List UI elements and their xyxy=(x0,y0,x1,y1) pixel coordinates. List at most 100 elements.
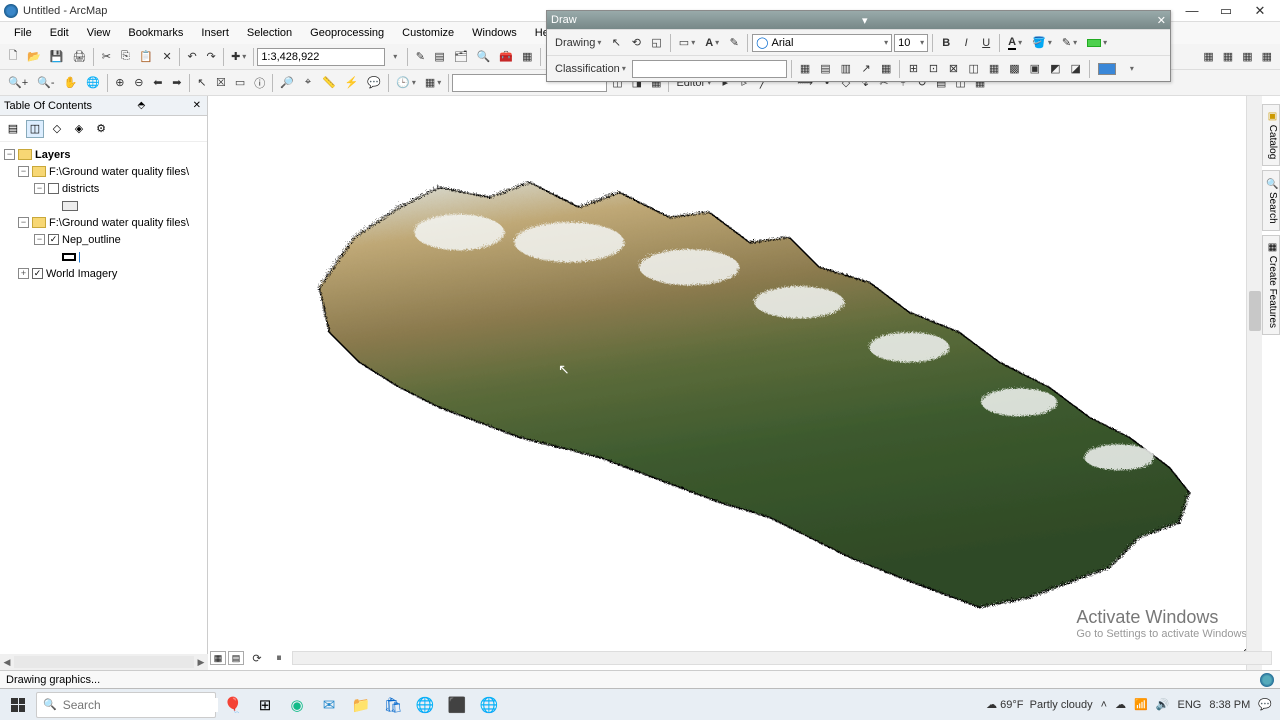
scroll-right-icon[interactable]: ▶ xyxy=(194,657,208,668)
fwd-extent-icon[interactable]: ➡ xyxy=(168,73,186,93)
store-icon[interactable]: 🛍 xyxy=(378,691,408,719)
list-by-drawing-order-icon[interactable]: ▤ xyxy=(4,120,22,138)
toc-pin-icon[interactable]: ⬘ xyxy=(135,100,147,111)
undo-icon[interactable]: ↶ xyxy=(183,47,201,67)
mail-icon[interactable]: ✉ xyxy=(314,691,344,719)
arcmap-taskbar-icon[interactable]: 🌐 xyxy=(474,691,504,719)
class-tool-6[interactable]: ▩ xyxy=(1005,59,1023,79)
tray-chevron-icon[interactable]: ˄ xyxy=(1101,699,1107,711)
imagery-checkbox[interactable]: ✓ xyxy=(32,268,43,279)
georef-3-icon[interactable]: ▦ xyxy=(1238,47,1256,67)
outline-symbol[interactable] xyxy=(62,253,76,261)
class-tool-4[interactable]: ◫ xyxy=(964,59,982,79)
find-icon[interactable]: 🔎 xyxy=(276,73,298,93)
georef-4-icon[interactable]: ▦ xyxy=(1258,47,1276,67)
fixed-zoom-out-icon[interactable]: ⊖ xyxy=(130,73,148,93)
search-tab[interactable]: 🔍 Search xyxy=(1262,170,1280,231)
new-doc-icon[interactable]: 🗋 xyxy=(4,47,22,67)
onedrive-icon[interactable]: ☁ xyxy=(1115,698,1126,711)
select-features-icon[interactable]: ↖ xyxy=(193,73,211,93)
expand-group2[interactable]: − xyxy=(18,217,29,228)
edit-vertices-icon[interactable]: ✎ xyxy=(725,33,743,53)
expand-layers[interactable]: − xyxy=(4,149,15,160)
globe-icon[interactable] xyxy=(1260,673,1274,687)
cortana-icon[interactable]: 🎈 xyxy=(218,691,248,719)
layer-districts[interactable]: districts xyxy=(62,183,99,195)
menu-edit[interactable]: Edit xyxy=(42,25,77,41)
action-center-icon[interactable]: 💬 xyxy=(1258,698,1272,711)
zoom-out-icon[interactable]: 🔍- xyxy=(33,73,58,93)
layer-tree[interactable]: −Layers −F:\Ground water quality files\ … xyxy=(0,142,207,286)
map-hscroll[interactable] xyxy=(292,651,1272,665)
data-view-button[interactable]: ▦ xyxy=(210,651,226,665)
close-button[interactable]: ✕ xyxy=(1250,3,1270,19)
copy-icon[interactable]: ⎘ xyxy=(116,47,134,67)
draw-toolbar[interactable]: Draw ▾ ✕ Drawing ↖ ⟲ ◱ ▭ A ✎ ◯Arial▾ 10▾… xyxy=(546,10,1171,82)
full-extent-icon[interactable]: 🌐 xyxy=(82,73,104,93)
viewer-icon[interactable]: ▦ xyxy=(421,73,445,93)
menu-view[interactable]: View xyxy=(79,25,119,41)
save-icon[interactable]: 💾 xyxy=(46,47,68,67)
layout-view-button[interactable]: ▤ xyxy=(228,651,244,665)
task-view-icon[interactable]: ⊞ xyxy=(250,691,280,719)
class-tool-8[interactable]: ◩ xyxy=(1046,59,1064,79)
class-tool-1[interactable]: ⊞ xyxy=(904,59,922,79)
editor-toolbar-icon[interactable]: ✎ xyxy=(411,47,429,67)
explorer-icon[interactable]: 📁 xyxy=(346,691,376,719)
class-btn-2[interactable]: ▤ xyxy=(816,59,834,79)
measure-icon[interactable]: 📏 xyxy=(318,73,340,93)
catalog-tab[interactable]: ▣ Catalog xyxy=(1262,104,1280,166)
select-tool-icon[interactable]: ↖ xyxy=(607,33,625,53)
class-color-swatch[interactable] xyxy=(1094,59,1120,79)
redo-icon[interactable]: ↷ xyxy=(202,47,220,67)
menu-bookmarks[interactable]: Bookmarks xyxy=(120,25,191,41)
scale-input[interactable] xyxy=(257,48,385,66)
menu-customize[interactable]: Customize xyxy=(394,25,462,41)
menu-geoprocessing[interactable]: Geoprocessing xyxy=(302,25,392,41)
search-window-icon[interactable]: 🔍 xyxy=(473,47,495,67)
underline-button[interactable]: U xyxy=(977,33,995,53)
weather-widget[interactable]: ☁ 69°F Partly cloudy xyxy=(986,698,1093,711)
catalog-icon[interactable]: 🗂 xyxy=(450,47,472,67)
maximize-button[interactable]: ▭ xyxy=(1216,3,1236,19)
line-color-button[interactable]: ✎ xyxy=(1058,33,1081,53)
clear-selection-icon[interactable]: ☒ xyxy=(212,73,230,93)
toc-options-icon[interactable]: ⚙ xyxy=(92,120,110,138)
toc-hscroll[interactable]: ◀ ▶ xyxy=(0,654,208,670)
scale-dd-icon[interactable]: ▾ xyxy=(386,47,404,67)
districts-symbol[interactable] xyxy=(62,201,78,211)
identify-icon[interactable]: ⓘ xyxy=(250,73,269,93)
python-icon[interactable]: ▦ xyxy=(518,47,536,67)
zoom-shape-icon[interactable]: ◱ xyxy=(647,33,665,53)
hyperlink-icon[interactable]: ⚡ xyxy=(341,73,363,93)
fixed-zoom-in-icon[interactable]: ⊕ xyxy=(111,73,129,93)
zoom-in-icon[interactable]: 🔍+ xyxy=(4,73,32,93)
class-tool-7[interactable]: ▣ xyxy=(1026,59,1044,79)
goto-xy-icon[interactable]: ⌖ xyxy=(299,73,317,93)
draw-toolbar-title[interactable]: Draw ▾ ✕ xyxy=(547,11,1170,29)
scroll-left-icon[interactable]: ◀ xyxy=(0,657,14,668)
font-size-select[interactable]: 10▾ xyxy=(894,34,928,52)
menu-file[interactable]: File xyxy=(6,25,40,41)
draw-close-button[interactable]: ✕ xyxy=(1157,14,1166,27)
network-icon[interactable]: 📶 xyxy=(1134,698,1148,711)
expand-districts[interactable]: − xyxy=(34,183,45,194)
font-select[interactable]: ◯Arial▾ xyxy=(752,34,892,52)
georef-1-icon[interactable]: ▦ xyxy=(1199,47,1217,67)
back-extent-icon[interactable]: ⬅ xyxy=(149,73,167,93)
menu-insert[interactable]: Insert xyxy=(193,25,237,41)
toc-icon[interactable]: ▤ xyxy=(430,47,448,67)
refresh-icon[interactable]: ⟳ xyxy=(248,648,266,668)
pause-drawing-icon[interactable]: ⏸ xyxy=(270,648,288,668)
cut-icon[interactable]: ✂ xyxy=(97,47,115,67)
rotate-icon[interactable]: ⟲ xyxy=(627,33,645,53)
map-vscroll[interactable] xyxy=(1246,96,1262,670)
start-button[interactable] xyxy=(2,691,34,719)
create-features-tab[interactable]: ▦ Create Features xyxy=(1262,235,1280,335)
class-tool-3[interactable]: ⊠ xyxy=(944,59,962,79)
bold-button[interactable]: B xyxy=(937,33,955,53)
class-tool-2[interactable]: ⊡ xyxy=(924,59,942,79)
expand-outline[interactable]: − xyxy=(34,234,45,245)
language-indicator[interactable]: ENG xyxy=(1177,699,1201,711)
html-popup-icon[interactable]: 💬 xyxy=(363,73,385,93)
